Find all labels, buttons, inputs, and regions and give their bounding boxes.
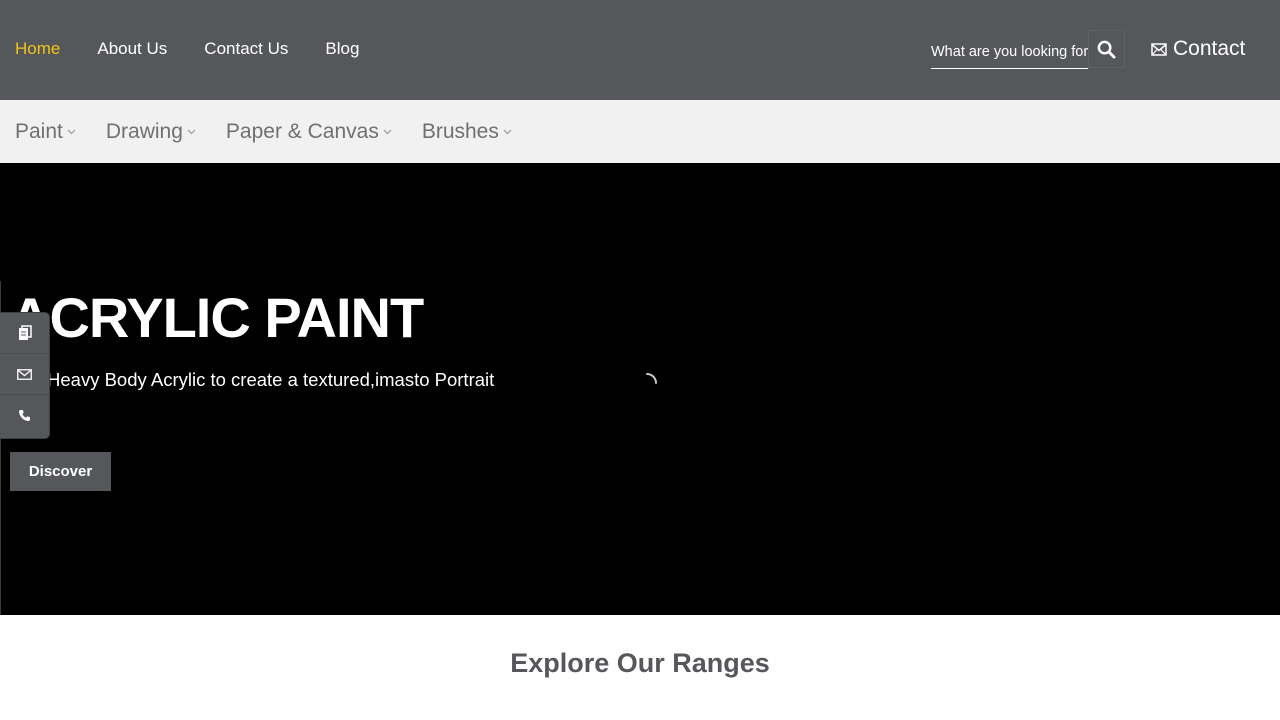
category-label: Paint [15, 120, 63, 143]
category-label: Brushes [421, 120, 499, 143]
mail-icon [17, 368, 32, 380]
category-drawing[interactable]: Drawing [106, 119, 196, 145]
copy-button[interactable] [0, 313, 49, 354]
nav-link-contact-us[interactable]: Contact Us [204, 38, 288, 60]
search-box [931, 35, 1088, 69]
discover-button[interactable]: Discover [10, 452, 111, 491]
category-nav: Paint Drawing Paper & Canvas Brushes [15, 119, 542, 145]
contact-link[interactable]: Contact [1151, 36, 1245, 62]
spinner-icon [636, 372, 658, 394]
ranges-section-title: Explore Our Ranges [510, 648, 770, 678]
category-paint[interactable]: Paint [15, 119, 76, 145]
hero-subtitle: Heavy Body Acrylic to create a textured,… [47, 369, 495, 390]
chevron-down-icon [67, 129, 76, 135]
side-action-dock [0, 313, 49, 438]
top-nav: Home About Us Contact Us Blog [15, 38, 396, 60]
phone-icon [18, 409, 31, 422]
nav-link-blog[interactable]: Blog [325, 38, 359, 60]
top-header: Home About Us Contact Us Blog Contact [0, 0, 1280, 100]
category-bar: Paint Drawing Paper & Canvas Brushes [0, 100, 1280, 163]
email-button[interactable] [0, 354, 49, 395]
category-paper-canvas[interactable]: Paper & Canvas [226, 119, 392, 145]
hero-banner: ACRYLIC PAINT Heavy Body Acrylic to crea… [0, 163, 1280, 615]
category-brushes[interactable]: Brushes [422, 119, 512, 145]
search-button[interactable] [1088, 30, 1125, 68]
copy-icon [18, 325, 32, 341]
nav-link-home[interactable]: Home [15, 38, 60, 60]
nav-link-about-us[interactable]: About Us [97, 38, 167, 60]
chevron-down-icon [187, 129, 196, 135]
search-icon [1097, 40, 1116, 59]
category-label: Drawing [105, 120, 183, 143]
hero-title: ACRYLIC PAINT [10, 286, 424, 349]
phone-button[interactable] [0, 395, 49, 436]
search-input[interactable] [931, 35, 1088, 68]
contact-label: Contact [1173, 37, 1246, 60]
category-label: Paper & Canvas [225, 120, 379, 143]
mail-icon [1151, 42, 1167, 56]
chevron-down-icon [503, 129, 512, 135]
chevron-down-icon [383, 129, 392, 135]
